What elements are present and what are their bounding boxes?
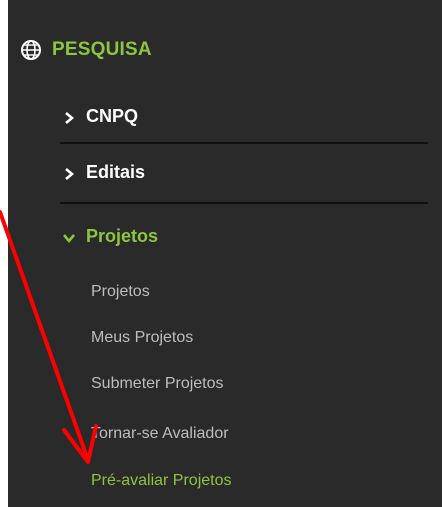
menu-item-label: CNPQ [86,105,139,126]
menu-item-label: Projetos [86,225,159,246]
submenu-item-pre-avaliar-projetos[interactable]: Pré-avaliar Projetos [91,467,232,495]
chevron-right-icon [62,165,76,180]
divider [60,142,428,144]
divider [60,202,428,204]
chevron-down-icon [62,229,76,244]
submenu-item-meus-projetos[interactable]: Meus Projetos [91,324,193,352]
globe-icon [20,39,42,61]
sidebar-menu: PESQUISA CNPQ Editais Projetos Projetos … [8,0,442,507]
submenu-item-tornar-se-avaliador[interactable]: Tornar-se Avaliador [91,420,229,448]
section-header-pesquisa[interactable]: PESQUISA [20,32,152,68]
menu-item-editais[interactable]: Editais [62,156,145,188]
submenu-item-submeter-projetos[interactable]: Submeter Projetos [91,370,224,398]
menu-item-label: Editais [86,161,146,182]
submenu-item-projetos[interactable]: Projetos [91,278,150,306]
section-label: PESQUISA [52,39,152,60]
menu-item-cnpq[interactable]: CNPQ [62,100,138,132]
chevron-right-icon [62,109,76,124]
menu-item-projetos[interactable]: Projetos [62,220,158,252]
